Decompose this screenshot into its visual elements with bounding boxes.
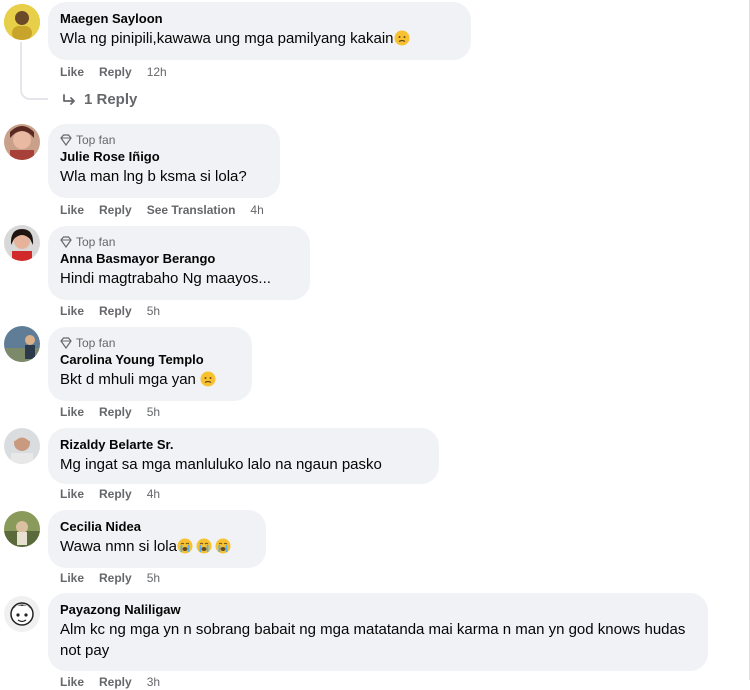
comment-author[interactable]: Anna Basmayor Berango — [60, 250, 298, 268]
comment-author[interactable]: Rizaldy Belarte Sr. — [60, 436, 427, 454]
thread-connector — [20, 42, 48, 100]
like-button[interactable]: Like — [60, 674, 84, 690]
comment-actions: Like Reply 5h — [60, 404, 160, 420]
comment-text: Hindi magtrabaho Ng maayos... — [60, 270, 271, 287]
comment-text: Bkt d mhuli mga yan — [60, 369, 240, 393]
comment-actions: Like Reply 5h — [60, 303, 160, 319]
comment: Maegen Sayloon Wla ng pinipili,kawawa un… — [0, 0, 750, 110]
comment-bubble: Maegen Sayloon Wla ng pinipili,kawawa un… — [48, 2, 471, 60]
sad-face-emoji-icon — [200, 371, 216, 393]
comment-timestamp[interactable]: 4h — [250, 202, 263, 218]
comment: Top fan Julie Rose Iñigo Wla man lng b k… — [0, 120, 750, 220]
top-fan-badge: Top fan — [60, 234, 298, 250]
like-button[interactable]: Like — [60, 486, 84, 502]
reply-button[interactable]: Reply — [99, 303, 132, 319]
reply-button[interactable]: Reply — [99, 202, 132, 218]
like-button[interactable]: Like — [60, 404, 84, 420]
comment-author[interactable]: Cecilia Nidea — [60, 518, 254, 536]
comment-timestamp[interactable]: 5h — [147, 570, 160, 586]
view-replies-label: 1 Reply — [84, 91, 138, 108]
top-fan-badge: Top fan — [60, 335, 240, 351]
comment-timestamp[interactable]: 5h — [147, 303, 160, 319]
comment-text: Mg ingat sa mga manluluko lalo na ngaun … — [60, 456, 382, 473]
avatar[interactable] — [4, 428, 40, 464]
comment-bubble: Cecilia Nidea Wawa nmn si lola — [48, 510, 266, 568]
diamond-icon — [60, 134, 72, 146]
reply-button[interactable]: Reply — [99, 486, 132, 502]
comment-bubble: Top fan Anna Basmayor Berango Hindi magt… — [48, 226, 310, 300]
comment-author[interactable]: Maegen Sayloon — [60, 10, 459, 28]
comment: Rizaldy Belarte Sr. Mg ingat sa mga manl… — [0, 425, 750, 505]
diamond-icon — [60, 337, 72, 349]
comment-timestamp[interactable]: 5h — [147, 404, 160, 420]
comment-actions: Like Reply See Translation 4h — [60, 202, 264, 218]
top-fan-badge: Top fan — [60, 132, 268, 148]
comment-text-body: Bkt d mhuli mga yan — [60, 371, 196, 388]
comment-text: Wawa nmn si lola — [60, 536, 254, 560]
like-button[interactable]: Like — [60, 202, 84, 218]
comment: Top fan Anna Basmayor Berango Hindi magt… — [0, 222, 750, 322]
comment-timestamp[interactable]: 4h — [147, 486, 160, 502]
sad-face-emoji-icon — [394, 30, 410, 52]
view-replies-link[interactable]: 1 Reply — [62, 91, 137, 108]
comment-bubble: Rizaldy Belarte Sr. Mg ingat sa mga manl… — [48, 428, 439, 484]
crying-face-emoji-icon — [177, 538, 231, 560]
comment-bubble: Top fan Carolina Young Templo Bkt d mhul… — [48, 327, 252, 401]
reply-button[interactable]: Reply — [99, 570, 132, 586]
comment-text-body: Wla ng pinipili,kawawa ung mga pamilyang… — [60, 30, 394, 47]
comment-actions: Like Reply 12h — [60, 64, 167, 80]
avatar[interactable] — [4, 326, 40, 362]
comment-text: Wla ng pinipili,kawawa ung mga pamilyang… — [60, 28, 459, 52]
diamond-icon — [60, 236, 72, 248]
like-button[interactable]: Like — [60, 64, 84, 80]
comment-text: Wla man lng b ksma si lola? — [60, 168, 247, 185]
avatar[interactable] — [4, 511, 40, 547]
comment-text-body: Wawa nmn si lola — [60, 538, 177, 555]
top-fan-label: Top fan — [76, 336, 116, 350]
reply-button[interactable]: Reply — [99, 64, 132, 80]
avatar[interactable] — [4, 4, 40, 40]
comment: Payazong Naliligaw Alm kc ng mga yn n so… — [0, 592, 750, 689]
comment-author[interactable]: Carolina Young Templo — [60, 351, 240, 369]
avatar[interactable] — [4, 225, 40, 261]
comment-timestamp[interactable]: 3h — [147, 674, 160, 690]
like-button[interactable]: Like — [60, 570, 84, 586]
comment-actions: Like Reply 4h — [60, 486, 160, 502]
comment: Cecilia Nidea Wawa nmn si lola Like Repl… — [0, 508, 750, 592]
see-translation-button[interactable]: See Translation — [147, 202, 236, 218]
comment: Top fan Carolina Young Templo Bkt d mhul… — [0, 323, 750, 423]
reply-button[interactable]: Reply — [99, 674, 132, 690]
like-button[interactable]: Like — [60, 303, 84, 319]
comment-author[interactable]: Julie Rose Iñigo — [60, 148, 268, 166]
avatar[interactable] — [4, 596, 40, 632]
comment-bubble: Top fan Julie Rose Iñigo Wla man lng b k… — [48, 124, 280, 198]
comment-bubble: Payazong Naliligaw Alm kc ng mga yn n so… — [48, 593, 708, 671]
reply-button[interactable]: Reply — [99, 404, 132, 420]
top-fan-label: Top fan — [76, 133, 116, 147]
comment-actions: Like Reply 3h — [60, 674, 160, 690]
comment-actions: Like Reply 5h — [60, 570, 160, 586]
avatar[interactable] — [4, 124, 40, 160]
reply-arrow-icon — [63, 93, 75, 105]
top-fan-label: Top fan — [76, 235, 116, 249]
comment-timestamp[interactable]: 12h — [147, 64, 167, 80]
comment-author[interactable]: Payazong Naliligaw — [60, 601, 696, 619]
comment-text: Alm kc ng mga yn n sobrang babait ng mga… — [60, 621, 686, 659]
